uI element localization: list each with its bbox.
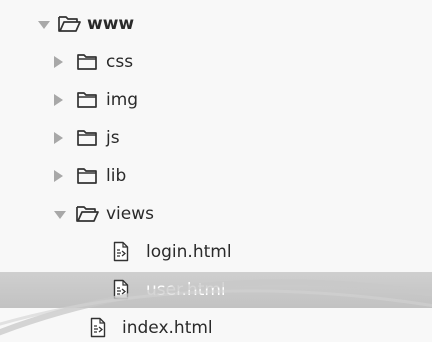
tree-item-img[interactable]: img	[0, 82, 432, 118]
tree-item-label: user.html	[146, 280, 226, 300]
folder-icon	[77, 92, 97, 108]
folder-icon	[77, 54, 97, 70]
triangle-right-icon[interactable]	[54, 56, 63, 68]
tree-item-label: css	[106, 52, 134, 72]
folder-open-icon	[58, 16, 81, 32]
html-file-icon	[90, 317, 106, 338]
tree-item-css[interactable]: css	[0, 44, 432, 80]
html-file-icon	[113, 279, 129, 300]
tree-item-label: js	[106, 128, 120, 148]
triangle-down-icon[interactable]	[38, 21, 50, 29]
tree-item-label: lib	[106, 166, 127, 186]
folder-open-icon	[76, 206, 99, 222]
triangle-down-icon[interactable]	[54, 211, 66, 219]
triangle-right-icon[interactable]	[54, 132, 63, 144]
html-file-icon	[113, 241, 129, 262]
triangle-right-icon[interactable]	[54, 94, 63, 106]
tree-item-label: img	[106, 90, 139, 110]
tree-item-label: www	[87, 14, 135, 34]
tree-item-login-html[interactable]: login.html	[0, 234, 432, 270]
tree-item-www[interactable]: www	[0, 6, 432, 42]
folder-icon	[77, 130, 97, 146]
triangle-right-icon[interactable]	[54, 170, 63, 182]
tree-item-label: login.html	[146, 242, 232, 262]
tree-item-js[interactable]: js	[0, 120, 432, 156]
folder-icon	[77, 168, 97, 184]
tree-item-index-html[interactable]: index.html	[0, 310, 432, 342]
tree-item-label: views	[106, 204, 155, 224]
tree-item-lib[interactable]: lib	[0, 158, 432, 194]
file-tree: www css img js lib views login.html user…	[0, 0, 432, 342]
tree-item-user-html[interactable]: user.html	[0, 272, 432, 308]
tree-item-label: index.html	[122, 318, 213, 338]
tree-item-views[interactable]: views	[0, 196, 432, 232]
